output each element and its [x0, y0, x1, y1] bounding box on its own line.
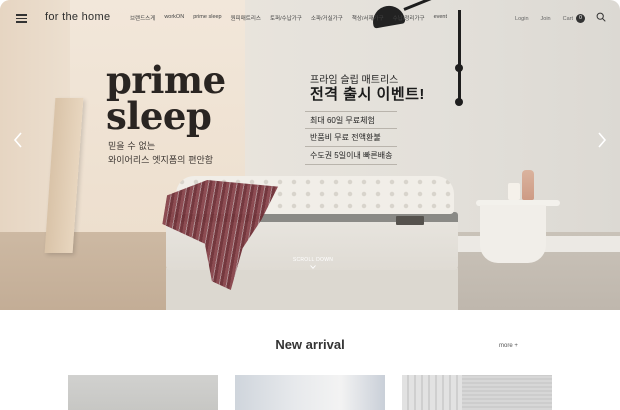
chevron-right-icon[interactable]	[596, 131, 608, 149]
hero-subtitle-line1: 믿을 수 없는	[108, 142, 156, 152]
page: for the home 브랜드스게 workON prime sleep 원피…	[0, 0, 620, 410]
wall-lamp-joint	[455, 64, 463, 72]
hero-subtitle: 믿을 수 없는 와이어리스 엣지폼의 편안함	[108, 140, 213, 168]
benefit-item: 최대 60일 무료체험	[305, 111, 397, 129]
hero-banner: for the home 브랜드스게 workON prime sleep 원피…	[0, 0, 620, 310]
site-logo[interactable]: for the home	[45, 11, 110, 23]
nav-item-storage[interactable]: 수납/정리가구	[393, 14, 425, 22]
chevron-left-icon[interactable]	[12, 131, 24, 149]
nav-item-sofa[interactable]: 소파/거실가구	[311, 14, 343, 22]
cart-count-badge: 0	[576, 14, 585, 23]
new-arrival-title: New arrival	[275, 337, 345, 352]
cart-link[interactable]: Cart 0	[563, 14, 585, 23]
nav-item-event[interactable]: event	[434, 14, 447, 22]
site-header: for the home 브랜드스게 workON prime sleep 원피…	[0, 0, 620, 36]
more-link[interactable]: more +	[499, 343, 518, 349]
search-icon[interactable]	[596, 12, 606, 22]
hero-title-line2: sleep	[106, 94, 212, 138]
nav-item-prime-sleep[interactable]: prime sleep	[193, 14, 221, 22]
product-card[interactable]	[235, 375, 385, 410]
product-card[interactable]	[68, 375, 218, 410]
scroll-down-label: SCROLL DOWN	[292, 257, 334, 263]
product-list	[68, 375, 553, 410]
hero-floor-left	[0, 232, 170, 310]
promo-title: 전격 출시 이벤트!	[310, 86, 425, 103]
scroll-down-button[interactable]: SCROLL DOWN	[288, 257, 338, 269]
benefit-item: 반품비 무료 전액환불	[305, 129, 397, 147]
product-card[interactable]	[402, 375, 552, 410]
hamburger-menu-icon[interactable]	[16, 14, 27, 23]
side-table-base	[480, 205, 546, 263]
bed-base	[166, 268, 458, 310]
nav-item-mattress[interactable]: 원피매트리스	[231, 14, 261, 22]
product-image-detail	[402, 375, 462, 410]
join-link[interactable]: Join	[541, 16, 551, 22]
side-table-cup	[508, 183, 520, 200]
hero-title: prime sleep	[106, 62, 226, 135]
main-nav: 브랜드스게 workON prime sleep 원피매트리스 토퍼/수납가구 …	[130, 14, 456, 22]
nav-item-workon[interactable]: workON	[164, 14, 184, 22]
cart-label: Cart	[562, 15, 573, 22]
benefit-list: 최대 60일 무료체험 반품비 무료 전액환불 수도권 5일이내 빠른배송	[305, 111, 397, 165]
hero-subtitle-line2: 와이어리스 엣지폼의 편안함	[108, 156, 214, 166]
mattress-label	[396, 216, 424, 225]
wall-lamp-joint	[455, 98, 463, 106]
benefit-item: 수도권 5일이내 빠른배송	[305, 147, 397, 165]
nav-item-brand-story[interactable]: 브랜드스게	[130, 14, 155, 22]
login-link[interactable]: Login	[515, 16, 528, 22]
header-utility: Login Join Cart 0	[503, 14, 585, 23]
nav-item-desk[interactable]: 책상/서재가구	[352, 14, 384, 22]
chevron-down-icon	[310, 265, 316, 269]
nav-item-topper[interactable]: 토퍼/수납가구	[270, 14, 302, 22]
side-table-bottle	[522, 170, 534, 200]
